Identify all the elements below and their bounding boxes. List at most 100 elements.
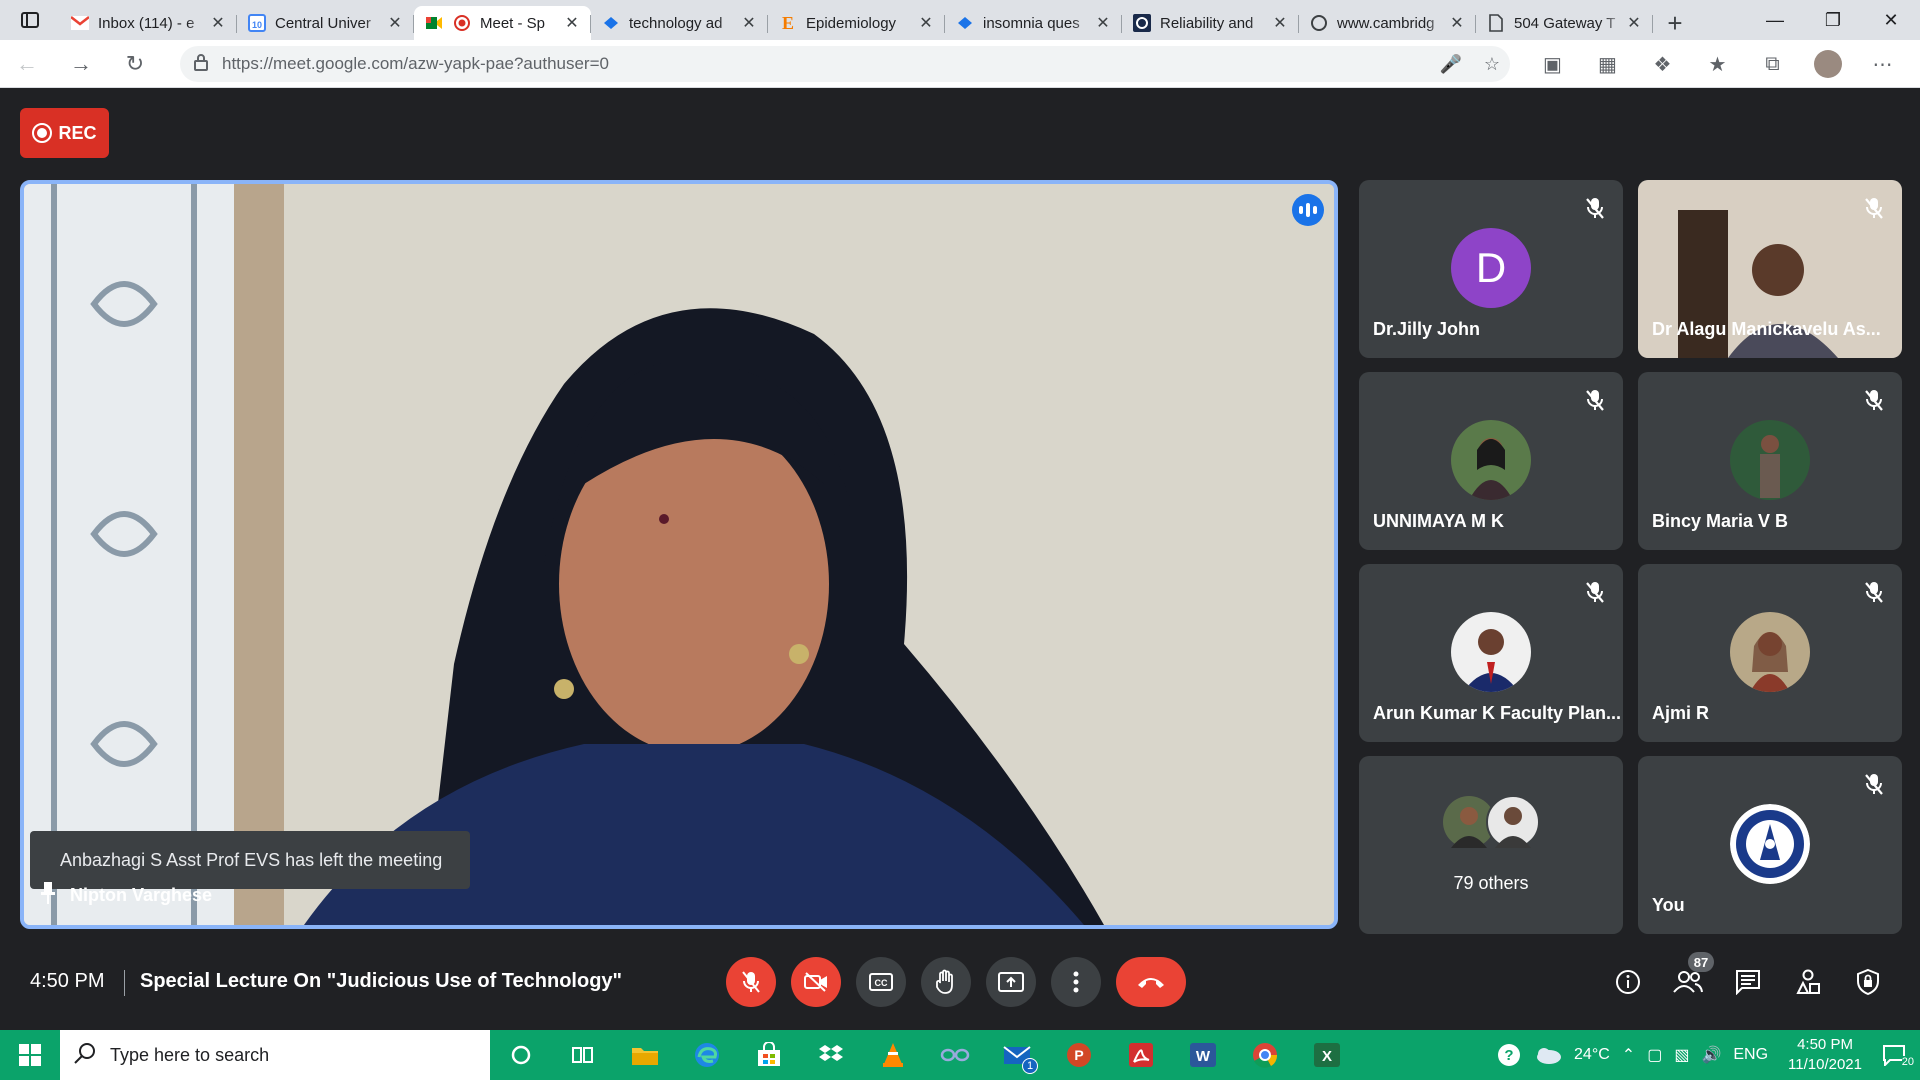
participant-tile[interactable]: Dr Alagu Manickavelu As... <box>1638 180 1902 358</box>
tab-close-icon[interactable]: ✕ <box>740 13 758 33</box>
captions-button[interactable]: CC <box>856 957 906 1007</box>
url-text[interactable]: https://meet.google.com/azw-yapk-pae?aut… <box>222 54 609 74</box>
chrome-icon[interactable] <box>1234 1030 1296 1080</box>
task-view-icon[interactable] <box>552 1030 614 1080</box>
browser-tab[interactable]: E Epidemiology ✕ <box>768 6 945 40</box>
tab-close-icon[interactable]: ✕ <box>386 13 404 33</box>
extension-icon-2[interactable]: ▦ <box>1580 52 1635 77</box>
chat-button[interactable] <box>1726 960 1770 1004</box>
cortana-icon[interactable] <box>490 1030 552 1080</box>
tab-close-icon[interactable]: ✕ <box>1094 13 1112 33</box>
pin-icon[interactable] <box>40 882 56 909</box>
search-placeholder[interactable]: Type here to search <box>110 1045 269 1066</box>
activities-button[interactable] <box>1786 960 1830 1004</box>
address-bar[interactable]: https://meet.google.com/azw-yapk-pae?aut… <box>180 46 1510 82</box>
camera-off-button[interactable] <box>791 957 841 1007</box>
tab-close-icon[interactable]: ✕ <box>1625 13 1643 33</box>
dropbox-icon[interactable] <box>800 1030 862 1080</box>
present-screen-button[interactable] <box>986 957 1036 1007</box>
host-controls-button[interactable] <box>1846 960 1890 1004</box>
taskbar-clock[interactable]: 4:50 PM 11/10/2021 <box>1774 1035 1876 1075</box>
lock-icon[interactable] <box>194 53 208 76</box>
tab-label: Inbox (114) - e <box>98 14 195 32</box>
participant-tile[interactable]: Arun Kumar K Faculty Plan... <box>1359 564 1623 742</box>
notification-toast: Anbazhagi S Asst Prof EVS has left the m… <box>30 831 470 889</box>
participant-tile[interactable]: UNNIMAYA M K <box>1359 372 1623 550</box>
participant-avatar <box>1730 420 1810 500</box>
mail-icon[interactable]: 1 <box>986 1030 1048 1080</box>
microphone-off-button[interactable] <box>726 957 776 1007</box>
excel-icon[interactable]: X <box>1296 1030 1358 1080</box>
volume-icon[interactable]: 🔊 <box>1695 1045 1727 1065</box>
close-window-button[interactable]: ✕ <box>1862 0 1920 40</box>
browser-tab[interactable]: Reliability and ✕ <box>1122 6 1299 40</box>
extension-icon[interactable]: ▣ <box>1525 52 1580 77</box>
show-hidden-icons[interactable]: ⌃ <box>1616 1045 1641 1065</box>
profile-avatar[interactable] <box>1800 50 1855 78</box>
participant-tile[interactable]: Bincy Maria V B <box>1638 372 1902 550</box>
meeting-details-button[interactable] <box>1606 960 1650 1004</box>
input-language[interactable]: ENG <box>1727 1046 1774 1064</box>
record-icon <box>32 123 53 143</box>
restore-button[interactable]: ❐ <box>1804 0 1862 40</box>
meeting-control-bar: 4:50 PM Special Lecture On "Judicious Us… <box>0 940 1920 1030</box>
participant-tile[interactable]: D Dr.Jilly John <box>1359 180 1623 358</box>
svg-text:CC: CC <box>875 978 888 988</box>
file-explorer-icon[interactable] <box>614 1030 676 1080</box>
browser-tab[interactable]: www.cambridg ✕ <box>1299 6 1476 40</box>
windows-taskbar: Type here to search 1 P W X ? 24°C ⌃ ▢ ▧… <box>0 1030 1920 1080</box>
leave-call-button[interactable] <box>1116 957 1186 1007</box>
browser-tab[interactable]: insomnia ques ✕ <box>945 6 1122 40</box>
device-icon[interactable]: ▢ <box>1641 1045 1668 1065</box>
microphone-icon[interactable]: 🎤 <box>1439 54 1461 75</box>
speaking-indicator-icon <box>1292 194 1324 226</box>
main-speaker-label: Nipton Varghese <box>70 885 213 905</box>
main-video-tile[interactable]: Anbazhagi S Asst Prof EVS has left the m… <box>20 180 1338 929</box>
browser-tab[interactable]: Meet - Sp ✕ <box>414 6 591 40</box>
raise-hand-button[interactable] <box>921 957 971 1007</box>
browser-tab[interactable]: Inbox (114) - e ✕ <box>60 6 237 40</box>
tab-close-icon[interactable]: ✕ <box>1448 13 1466 33</box>
word-icon[interactable]: W <box>1172 1030 1234 1080</box>
tab-actions-icon[interactable] <box>0 0 60 40</box>
acrobat-icon[interactable] <box>1110 1030 1172 1080</box>
divider <box>124 970 125 996</box>
powerpoint-icon[interactable]: P <box>1048 1030 1110 1080</box>
browser-tab[interactable]: technology ad ✕ <box>591 6 768 40</box>
collections-icon[interactable]: ⧉ <box>1745 53 1800 76</box>
network-icon[interactable]: ▧ <box>1668 1045 1695 1065</box>
reload-button[interactable]: ↻ <box>108 40 162 88</box>
weather-temp[interactable]: 24°C <box>1568 1046 1616 1064</box>
start-button[interactable] <box>0 1030 60 1080</box>
tab-close-icon[interactable]: ✕ <box>563 13 581 33</box>
taskbar-search-box[interactable]: Type here to search <box>60 1030 490 1080</box>
tab-close-icon[interactable]: ✕ <box>917 13 935 33</box>
mic-muted-icon <box>1581 578 1609 606</box>
weather-icon[interactable] <box>1528 1045 1568 1065</box>
vlc-icon[interactable] <box>862 1030 924 1080</box>
store-icon[interactable] <box>738 1030 800 1080</box>
browser-tab[interactable]: 10 Central Univer ✕ <box>237 6 414 40</box>
new-tab-button[interactable]: + <box>1653 6 1697 40</box>
tab-close-icon[interactable]: ✕ <box>1271 13 1289 33</box>
participant-tile[interactable]: You <box>1638 756 1902 934</box>
minimize-button[interactable]: — <box>1746 0 1804 40</box>
browser-tab-strip: Inbox (114) - e ✕ 10 Central Univer ✕ Meet - … <box>0 0 1920 40</box>
infinity-app-icon[interactable] <box>924 1030 986 1080</box>
favorites-icon[interactable]: ★ <box>1690 52 1745 77</box>
favorite-add-icon[interactable]: ☆ <box>1484 54 1500 75</box>
participant-tile[interactable]: Ajmi R <box>1638 564 1902 742</box>
back-button[interactable]: ← <box>0 40 54 88</box>
help-icon[interactable]: ? <box>1490 1042 1528 1068</box>
more-options-button[interactable] <box>1051 957 1101 1007</box>
participant-tile[interactable]: 79 others <box>1359 756 1623 934</box>
edge-browser-icon[interactable] <box>676 1030 738 1080</box>
tab-close-icon[interactable]: ✕ <box>209 13 227 33</box>
participant-avatar <box>1730 804 1810 884</box>
extensions-puzzle-icon[interactable]: ❖ <box>1635 52 1690 77</box>
people-button[interactable]: 87 <box>1666 952 1714 1004</box>
notifications-icon[interactable]: 20 <box>1876 1044 1920 1068</box>
browser-tab[interactable]: 504 Gateway T ✕ <box>1476 6 1653 40</box>
forward-button[interactable]: → <box>54 40 108 88</box>
more-menu-icon[interactable]: ⋯ <box>1855 52 1910 77</box>
